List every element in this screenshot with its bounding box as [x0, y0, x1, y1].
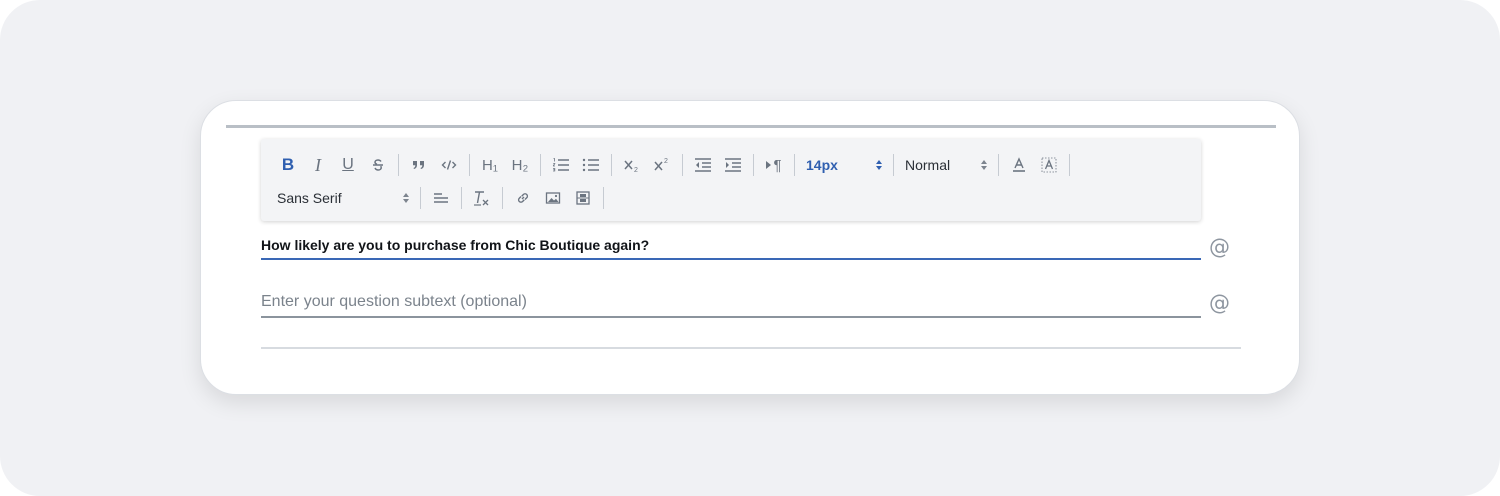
code-icon — [441, 160, 457, 170]
background-color-button[interactable] — [1035, 153, 1063, 177]
card-top-divider — [226, 125, 1276, 128]
ordered-list-button[interactable] — [547, 153, 575, 177]
font-size-select[interactable]: 14px — [800, 153, 888, 177]
blockquote-button[interactable] — [405, 153, 433, 177]
bullet-list-icon — [582, 158, 599, 172]
question-title-field[interactable]: How likely are you to purchase from Chic… — [261, 232, 1201, 260]
toolbar-separator — [502, 187, 503, 209]
bold-icon: B — [281, 155, 295, 174]
toolbar-separator — [1069, 154, 1070, 176]
clear-formatting-button[interactable] — [468, 186, 496, 210]
toolbar-separator — [753, 154, 754, 176]
header-style-select[interactable]: Normal — [899, 153, 993, 177]
svg-text:2: 2 — [664, 158, 668, 165]
highlight-color-icon — [1041, 157, 1057, 173]
question-card: B I U H₁ H₂ 2 2 ¶ 14px Normal Sans Serif… — [200, 100, 1300, 395]
superscript-button[interactable]: 2 — [648, 153, 676, 177]
font-family-value: Sans Serif — [277, 190, 342, 206]
toolbar-separator — [469, 154, 470, 176]
toolbar-row-2: Sans Serif — [273, 183, 609, 213]
font-family-select[interactable]: Sans Serif — [273, 186, 415, 210]
outdent-button[interactable] — [689, 153, 717, 177]
rich-text-toolbar: B I U H₁ H₂ 2 2 ¶ 14px Normal Sans Serif — [261, 139, 1201, 221]
mention-icon[interactable]: @ — [1209, 291, 1230, 315]
subscript-button[interactable]: 2 — [618, 153, 646, 177]
italic-button[interactable]: I — [304, 153, 332, 177]
video-icon — [576, 191, 590, 205]
toolbar-separator — [611, 154, 612, 176]
toolbar-separator — [603, 187, 604, 209]
outdent-icon — [695, 158, 711, 172]
underline-button[interactable]: U — [334, 153, 362, 177]
question-subtext-field[interactable] — [261, 288, 1201, 318]
heading-1-button[interactable]: H₁ — [476, 153, 504, 177]
clear-format-icon — [474, 191, 489, 206]
toolbar-separator — [398, 154, 399, 176]
heading-2-button[interactable]: H₂ — [506, 153, 534, 177]
subtext-input[interactable] — [261, 290, 1191, 314]
svg-text:2: 2 — [634, 167, 638, 173]
text-direction-button[interactable]: ¶ — [760, 153, 788, 177]
updown-chevron-icon — [981, 160, 987, 170]
text-color-icon — [1013, 157, 1025, 172]
image-icon — [545, 192, 561, 204]
updown-chevron-icon — [876, 160, 882, 170]
header-style-value: Normal — [905, 157, 951, 173]
insert-image-button[interactable] — [539, 186, 567, 210]
heading-2-icon: H₂ — [511, 156, 529, 174]
bold-button[interactable]: B — [274, 153, 302, 177]
italic-icon: I — [315, 154, 321, 175]
question-title-text[interactable]: How likely are you to purchase from Chic… — [261, 237, 649, 253]
underline-icon: U — [342, 156, 354, 173]
code-block-button[interactable] — [435, 153, 463, 177]
font-size-value: 14px — [806, 157, 838, 173]
strikethrough-button[interactable] — [364, 153, 392, 177]
insert-video-button[interactable] — [569, 186, 597, 210]
toolbar-row-1: B I U H₁ H₂ 2 2 ¶ 14px Normal — [273, 150, 1075, 180]
toolbar-separator — [540, 154, 541, 176]
strikethrough-icon — [373, 159, 383, 171]
quote-icon — [413, 161, 424, 169]
updown-chevron-icon — [403, 193, 409, 203]
bullet-list-button[interactable] — [577, 153, 605, 177]
page-background: B I U H₁ H₂ 2 2 ¶ 14px Normal Sans Serif… — [0, 0, 1500, 496]
insert-link-button[interactable] — [509, 186, 537, 210]
indent-button[interactable] — [719, 153, 747, 177]
direction-arrow-icon — [766, 161, 772, 169]
toolbar-separator — [893, 154, 894, 176]
toolbar-separator — [420, 187, 421, 209]
ordered-list-icon — [552, 158, 569, 172]
mention-icon[interactable]: @ — [1209, 235, 1230, 259]
toolbar-separator — [794, 154, 795, 176]
toolbar-separator — [682, 154, 683, 176]
text-color-button[interactable] — [1005, 153, 1033, 177]
align-button[interactable] — [427, 186, 455, 210]
link-icon — [517, 193, 529, 203]
card-bottom-divider — [261, 347, 1241, 349]
toolbar-separator — [998, 154, 999, 176]
subscript-icon: 2 — [624, 160, 638, 173]
align-left-icon — [434, 193, 448, 203]
toolbar-separator — [461, 187, 462, 209]
indent-icon — [725, 158, 741, 172]
superscript-icon: 2 — [654, 158, 668, 171]
pilcrow-icon: ¶ — [773, 156, 782, 174]
heading-1-icon: H₁ — [482, 156, 498, 174]
